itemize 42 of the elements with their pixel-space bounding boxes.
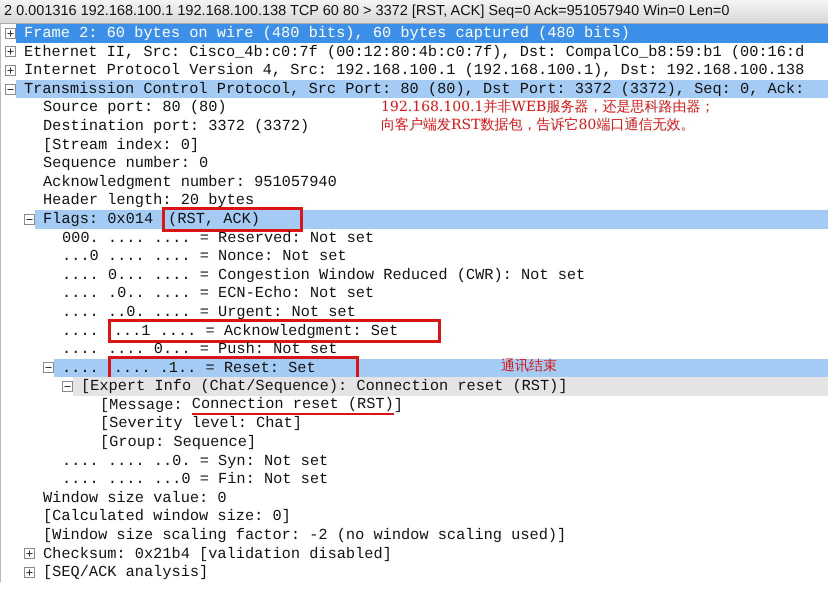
collapse-icon[interactable] xyxy=(62,381,73,392)
collapse-icon[interactable] xyxy=(5,84,16,95)
row-text: .... xyxy=(62,322,99,340)
row-text: [Group: Sequence] xyxy=(100,433,256,452)
row-text: .... .0.. .... = ECN-Echo: Not set xyxy=(62,284,374,303)
expand-icon[interactable] xyxy=(5,46,16,58)
expand-icon[interactable] xyxy=(24,567,35,578)
row-text: Ethernet II, Src: Cisco_4b:c0:7f (00:12:80:4b:c0:7f), Dst: CompalCo_b8:59:b1 (00:16:d xyxy=(24,42,804,62)
row-text: [Stream index: 0] xyxy=(43,136,200,154)
window-title: 2 0.001316 192.168.100.1 192.168.100.138 TCP 60 80 > 3372 [RST, ACK] Seq=0 Ack=951057940 Win=0 Len=0 xyxy=(0,0,828,24)
row-text: Checksum: 0x21b4 [validation disabled] xyxy=(43,544,392,564)
row-text: [Window size scaling factor: -2 (no window scaling used)] xyxy=(43,526,566,545)
row-text: [Severity level: Chat] xyxy=(100,414,302,434)
collapse-icon[interactable] xyxy=(43,362,54,374)
row-text: Sequence number: 0 xyxy=(43,154,208,173)
row-text: .... 0... .... = Congestion Window Reduced (CWR): Not set xyxy=(62,266,586,284)
annotation-note: 192.168.100.1并非WEB服务器，还是思科路由器； 向客户端发RST数据包，告诉它80端口通信无效。 xyxy=(381,98,714,134)
row-text: ...0 .... .... = Nonce: Not set xyxy=(62,247,347,266)
collapse-icon[interactable] xyxy=(24,214,35,225)
row-text: Flags: 0x014 xyxy=(43,210,154,229)
expand-icon[interactable] xyxy=(24,548,35,560)
expand-icon[interactable] xyxy=(5,28,16,39)
row-text: .... .... ..0. = Syn: Not set xyxy=(62,452,328,470)
row-text: .... xyxy=(62,358,99,378)
row-text: Internet Protocol Version 4, Src: 192.168.100.1 (192.168.100.1), Dst: 192.168.100.138 xyxy=(24,61,804,80)
row-text: [Message: xyxy=(100,396,184,414)
annotation-note: 通讯结束 xyxy=(501,356,557,375)
row-text: Destination port: 3372 (3372) xyxy=(43,116,310,136)
row-text: [Calculated window size: 0] xyxy=(43,507,291,526)
row-text: Window size value: 0 xyxy=(43,488,227,508)
row-highlight[interactable]: Flags: 0x014 (RST, ACK) xyxy=(35,210,828,229)
underlined-text: Connection reset (RST) xyxy=(192,394,394,416)
row-text: .... .... ...0 = Fin: Not set xyxy=(62,470,328,489)
expand-icon[interactable] xyxy=(5,64,16,76)
row-text: Source port: 80 (80) xyxy=(43,98,227,117)
row-text: Acknowledgment number: 951057940 xyxy=(43,172,337,192)
row-text: [SEQ/ACK analysis] xyxy=(43,563,208,582)
row-highlight[interactable]: [Expert Info (Chat/Sequence): Connection reset (RST)] xyxy=(73,377,828,396)
annotation-box: (RST, ACK) xyxy=(162,206,303,232)
row-text: .... ..0. .... = Urgent: Not set xyxy=(62,302,356,322)
row-text: Frame 2: 60 bytes on wire (480 bits), 60 bytes captured (480 bits) xyxy=(24,24,630,43)
row-text: ] xyxy=(394,396,403,414)
